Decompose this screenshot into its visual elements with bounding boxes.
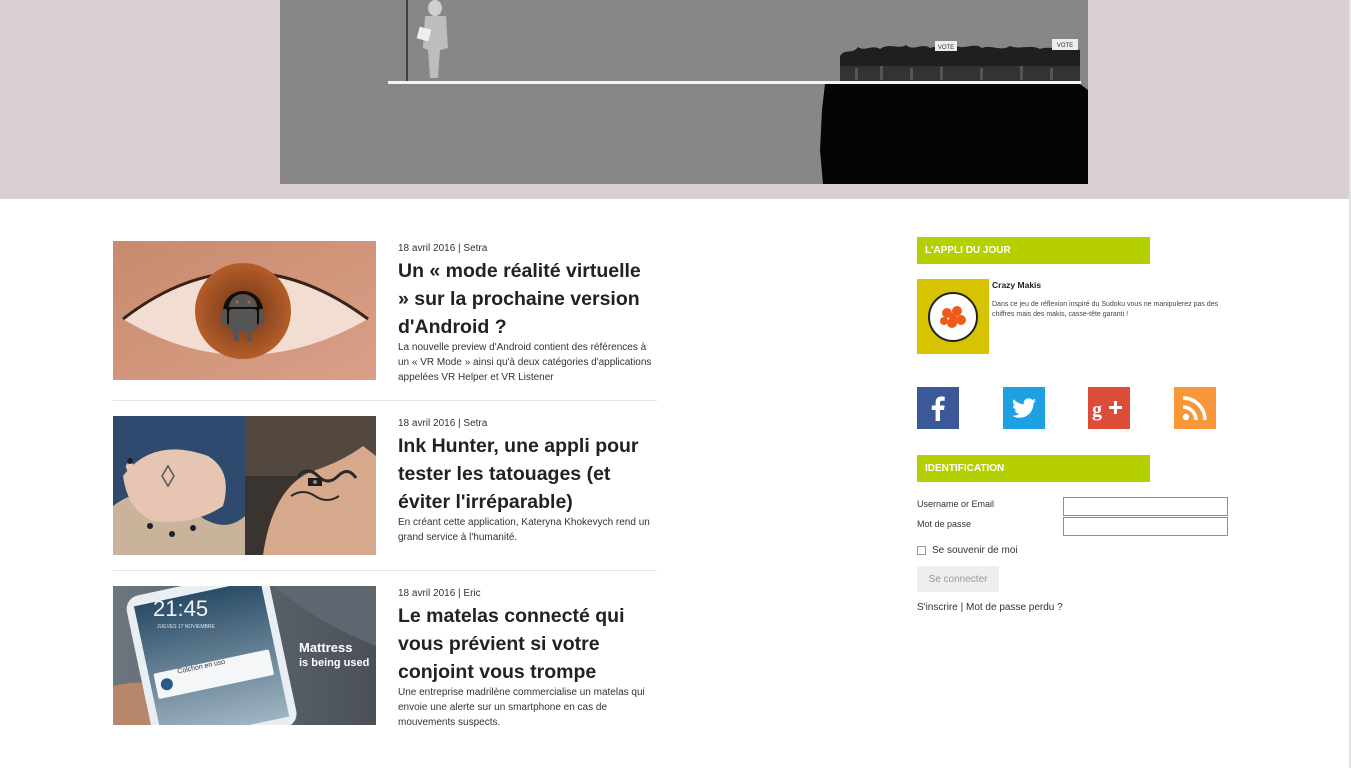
- app-name-link[interactable]: Crazy Makis: [992, 280, 1041, 290]
- article-meta: 18 avril 2016 | Eric: [398, 588, 481, 599]
- username-label: Username or Email: [917, 499, 995, 509]
- login-button[interactable]: Se connecter: [917, 566, 999, 592]
- banner-sign-left: VOTE: [938, 45, 954, 51]
- thumb-clock: 21:45: [153, 596, 208, 621]
- svg-text:g: g: [1092, 399, 1102, 421]
- article-title[interactable]: Un « mode réalité virtuelle » sur la pro…: [398, 257, 656, 341]
- username-input[interactable]: [1063, 497, 1228, 516]
- banner-illustration: VOTE VOTE: [280, 0, 1088, 184]
- article-thumbnail[interactable]: 21:45 JUEVES 17 NOVIEMBRE Colchón en uso…: [113, 586, 376, 725]
- tattoo-hands-image: [113, 416, 376, 555]
- app-of-day-heading: L'APPLI DU JOUR: [917, 237, 1150, 264]
- article-meta: 18 avril 2016 | Setra: [398, 243, 488, 254]
- banner-sign-right: VOTE: [1057, 43, 1073, 49]
- remember-me-checkbox[interactable]: [917, 546, 926, 555]
- app-description: Dans ce jeu de réflexion inspiré du Sudo…: [992, 301, 1219, 318]
- article-excerpt: La nouvelle preview d'Android contient d…: [398, 342, 652, 383]
- eye-android-image: [113, 241, 376, 380]
- article-item: 18 avril 2016 | Setra Un « mode réalité …: [113, 241, 657, 401]
- password-input[interactable]: [1063, 517, 1228, 536]
- article-title[interactable]: Le matelas connecté qui vous prévient si…: [398, 602, 656, 686]
- smartphone-mattress-image: 21:45 JUEVES 17 NOVIEMBRE Colchón en uso…: [113, 586, 376, 725]
- header-banner-image: VOTE VOTE: [280, 0, 1088, 184]
- identification-heading: IDENTIFICATION: [917, 455, 1150, 482]
- password-label: Mot de passe: [917, 519, 972, 529]
- article-divider: [113, 400, 657, 401]
- sushi-icon: [917, 279, 989, 354]
- article-item: 18 avril 2016 | Setra Ink Hunter, une ap…: [113, 416, 657, 571]
- google-plus-icon[interactable]: g: [1088, 387, 1130, 429]
- remember-me-label[interactable]: Se souvenir de moi: [932, 545, 1018, 556]
- rss-icon[interactable]: [1174, 387, 1216, 429]
- app-icon[interactable]: [917, 279, 989, 354]
- article-title[interactable]: Ink Hunter, une appli pour tester les ta…: [398, 432, 656, 516]
- article-meta: 18 avril 2016 | Setra: [398, 418, 488, 429]
- thumb-overlay-line2: is being used: [299, 657, 369, 669]
- thumb-overlay-line1: Mattress: [299, 640, 352, 655]
- article-excerpt: En créant cette application, Kateryna Kh…: [398, 517, 650, 543]
- lost-password-link[interactable]: Mot de passe perdu ?: [966, 602, 1063, 613]
- article-excerpt: Une entreprise madrilène commercialise u…: [398, 687, 645, 728]
- facebook-icon[interactable]: [917, 387, 959, 429]
- twitter-icon[interactable]: [1003, 387, 1045, 429]
- links-separator: |: [960, 602, 964, 613]
- register-link[interactable]: S'inscrire: [917, 602, 958, 613]
- account-links: S'inscrire | Mot de passe perdu ?: [917, 602, 1063, 613]
- article-thumbnail[interactable]: [113, 241, 376, 380]
- article-thumbnail[interactable]: [113, 416, 376, 555]
- article-item: 21:45 JUEVES 17 NOVIEMBRE Colchón en uso…: [113, 586, 657, 736]
- thumb-date: JUEVES 17 NOVIEMBRE: [157, 624, 215, 630]
- article-divider: [113, 570, 657, 571]
